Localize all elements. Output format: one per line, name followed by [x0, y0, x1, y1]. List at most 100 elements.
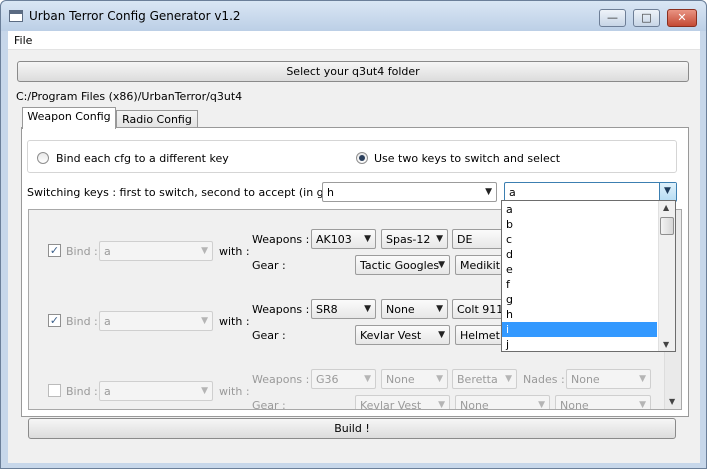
weapon-primary-value-2: SR8: [316, 303, 338, 316]
scroll-up-icon[interactable]: ▲: [663, 203, 669, 212]
dropdown-option[interactable]: h: [502, 307, 657, 322]
gear-2-value-3: None: [460, 399, 489, 410]
chevron-down-icon: ▼: [639, 400, 646, 410]
weapon-secondary-value-1: Spas-12: [386, 233, 431, 246]
dropdown-scrollbar[interactable]: ▲ ▼: [658, 201, 675, 351]
maximize-button[interactable]: □: [633, 9, 660, 27]
accept-key-dropdown-list[interactable]: a b c d e f g h i j ▲ ▼: [501, 200, 676, 352]
gear-1-combo-2[interactable]: Kevlar Vest ▼: [355, 325, 450, 345]
accept-key-combo[interactable]: a ▼: [504, 182, 677, 202]
chevron-down-icon: ▼: [201, 316, 208, 326]
weapon-primary-value-1: AK103: [316, 233, 352, 246]
bind-checkbox-1[interactable]: ✓: [48, 244, 61, 257]
dropdown-option-highlighted[interactable]: i: [502, 322, 657, 337]
gear-1-value-2: Kevlar Vest: [360, 329, 422, 342]
weapon-secondary-combo-3[interactable]: None ▼: [381, 369, 448, 389]
gear-1-combo-3[interactable]: Kevlar Vest ▼: [355, 395, 450, 410]
with-label-2: with :: [219, 315, 250, 328]
switching-keys-label: Switching keys : first to switch, second…: [27, 186, 356, 199]
weapon-sidearm-combo-3[interactable]: Beretta ▼: [452, 369, 517, 389]
scroll-down-icon[interactable]: ▼: [669, 397, 675, 406]
gear-2-combo-3[interactable]: None ▼: [455, 395, 550, 410]
switch-key-combo[interactable]: h ▼: [322, 182, 497, 202]
nades-label-3: Nades :: [523, 373, 565, 386]
window-title: Urban Terror Config Generator v1.2: [29, 9, 241, 23]
dropdown-scroll-thumb[interactable]: [660, 217, 674, 235]
weapon-primary-combo-3[interactable]: G36 ▼: [311, 369, 376, 389]
with-label-3: with :: [219, 385, 250, 398]
chevron-down-icon: ▼: [201, 386, 208, 396]
chevron-down-icon: ▼: [639, 374, 646, 384]
chevron-down-icon: ▼: [436, 304, 443, 314]
chevron-down-icon: ▼: [505, 374, 512, 384]
chevron-down-icon: ▼: [438, 400, 445, 410]
weapon-secondary-value-3: None: [386, 373, 415, 386]
radio-bind-each-cfg-label[interactable]: Bind each cfg to a different key: [56, 152, 229, 165]
gear-label-3: Gear :: [252, 399, 286, 410]
weapon-primary-combo-1[interactable]: AK103 ▼: [311, 229, 376, 249]
bind-label-3: Bind :: [66, 385, 98, 398]
dropdown-option[interactable]: e: [502, 262, 657, 277]
bind-key-combo-2[interactable]: a ▼: [99, 311, 213, 331]
build-button[interactable]: Build !: [28, 418, 676, 439]
dropdown-option[interactable]: f: [502, 277, 657, 292]
bind-key-value-2: a: [104, 315, 111, 328]
chevron-down-icon[interactable]: ▼: [659, 183, 676, 201]
gear-3-combo-3[interactable]: None ▼: [555, 395, 651, 410]
weapon-secondary-value-2: None: [386, 303, 415, 316]
chevron-down-icon: ▼: [436, 234, 443, 244]
close-button[interactable]: ✕: [667, 9, 697, 27]
gear-label-1: Gear :: [252, 259, 286, 272]
weapons-label-2: Weapons :: [252, 303, 310, 316]
radio-bind-each-cfg[interactable]: [37, 152, 49, 164]
weapon-primary-value-3: G36: [316, 373, 339, 386]
weapons-label-3: Weapons :: [252, 373, 310, 386]
weapon-sidearm-value-2: Colt 911: [457, 303, 504, 316]
dropdown-option[interactable]: c: [502, 232, 657, 247]
dropdown-option[interactable]: d: [502, 247, 657, 262]
radio-two-keys-label[interactable]: Use two keys to switch and select: [374, 152, 560, 165]
chevron-down-icon: ▼: [485, 187, 492, 197]
gear-1-value-3: Kevlar Vest: [360, 399, 422, 410]
bind-key-combo-1[interactable]: a ▼: [99, 241, 213, 261]
chevron-down-icon: ▼: [201, 246, 208, 256]
scroll-down-icon[interactable]: ▼: [663, 340, 669, 349]
folder-path-label: C:/Program Files (x86)/UrbanTerror/q3ut4: [16, 90, 243, 103]
gear-2-value-1: Medikit: [460, 259, 501, 272]
chevron-down-icon: ▼: [364, 374, 371, 384]
title-bar[interactable]: Urban Terror Config Generator v1.2 — □ ✕: [1, 1, 706, 31]
dropdown-option[interactable]: j: [502, 337, 657, 352]
dropdown-option[interactable]: a: [502, 202, 657, 217]
dropdown-option[interactable]: g: [502, 292, 657, 307]
bind-key-combo-3[interactable]: a ▼: [99, 381, 213, 401]
dropdown-option[interactable]: b: [502, 217, 657, 232]
weapon-sidearm-value-3: Beretta: [457, 373, 498, 386]
weapon-secondary-combo-1[interactable]: Spas-12 ▼: [381, 229, 448, 249]
select-folder-button[interactable]: Select your q3ut4 folder: [17, 61, 689, 82]
nades-combo-3[interactable]: None ▼: [566, 369, 651, 389]
with-label-1: with :: [219, 245, 250, 258]
bind-key-value-1: a: [104, 245, 111, 258]
chevron-down-icon: ▼: [438, 330, 445, 340]
weapon-primary-combo-2[interactable]: SR8 ▼: [311, 299, 376, 319]
gear-2-value-2: Helmet: [460, 329, 500, 342]
mode-groupbox: Bind each cfg to a different key Use two…: [27, 140, 677, 173]
bind-checkbox-3[interactable]: [48, 384, 61, 397]
gear-3-value-3: None: [560, 399, 589, 410]
chevron-down-icon: ▼: [364, 234, 371, 244]
bind-checkbox-2[interactable]: ✓: [48, 314, 61, 327]
app-icon: [9, 10, 23, 22]
radio-two-keys[interactable]: [356, 152, 368, 164]
menu-bar: File: [8, 31, 700, 50]
gear-1-combo-1[interactable]: Tactic Googles ▼: [355, 255, 450, 275]
weapons-label-1: Weapons :: [252, 233, 310, 246]
menu-file[interactable]: File: [14, 34, 32, 47]
switch-key-value: h: [327, 186, 334, 199]
gear-1-value-1: Tactic Googles: [360, 259, 440, 272]
minimize-button[interactable]: —: [599, 9, 626, 27]
weapon-secondary-combo-2[interactable]: None ▼: [381, 299, 448, 319]
chevron-down-icon: ▼: [538, 400, 545, 410]
bind-key-value-3: a: [104, 385, 111, 398]
accept-key-value: a: [509, 186, 516, 199]
tab-weapon-config[interactable]: Weapon Config: [22, 107, 116, 129]
